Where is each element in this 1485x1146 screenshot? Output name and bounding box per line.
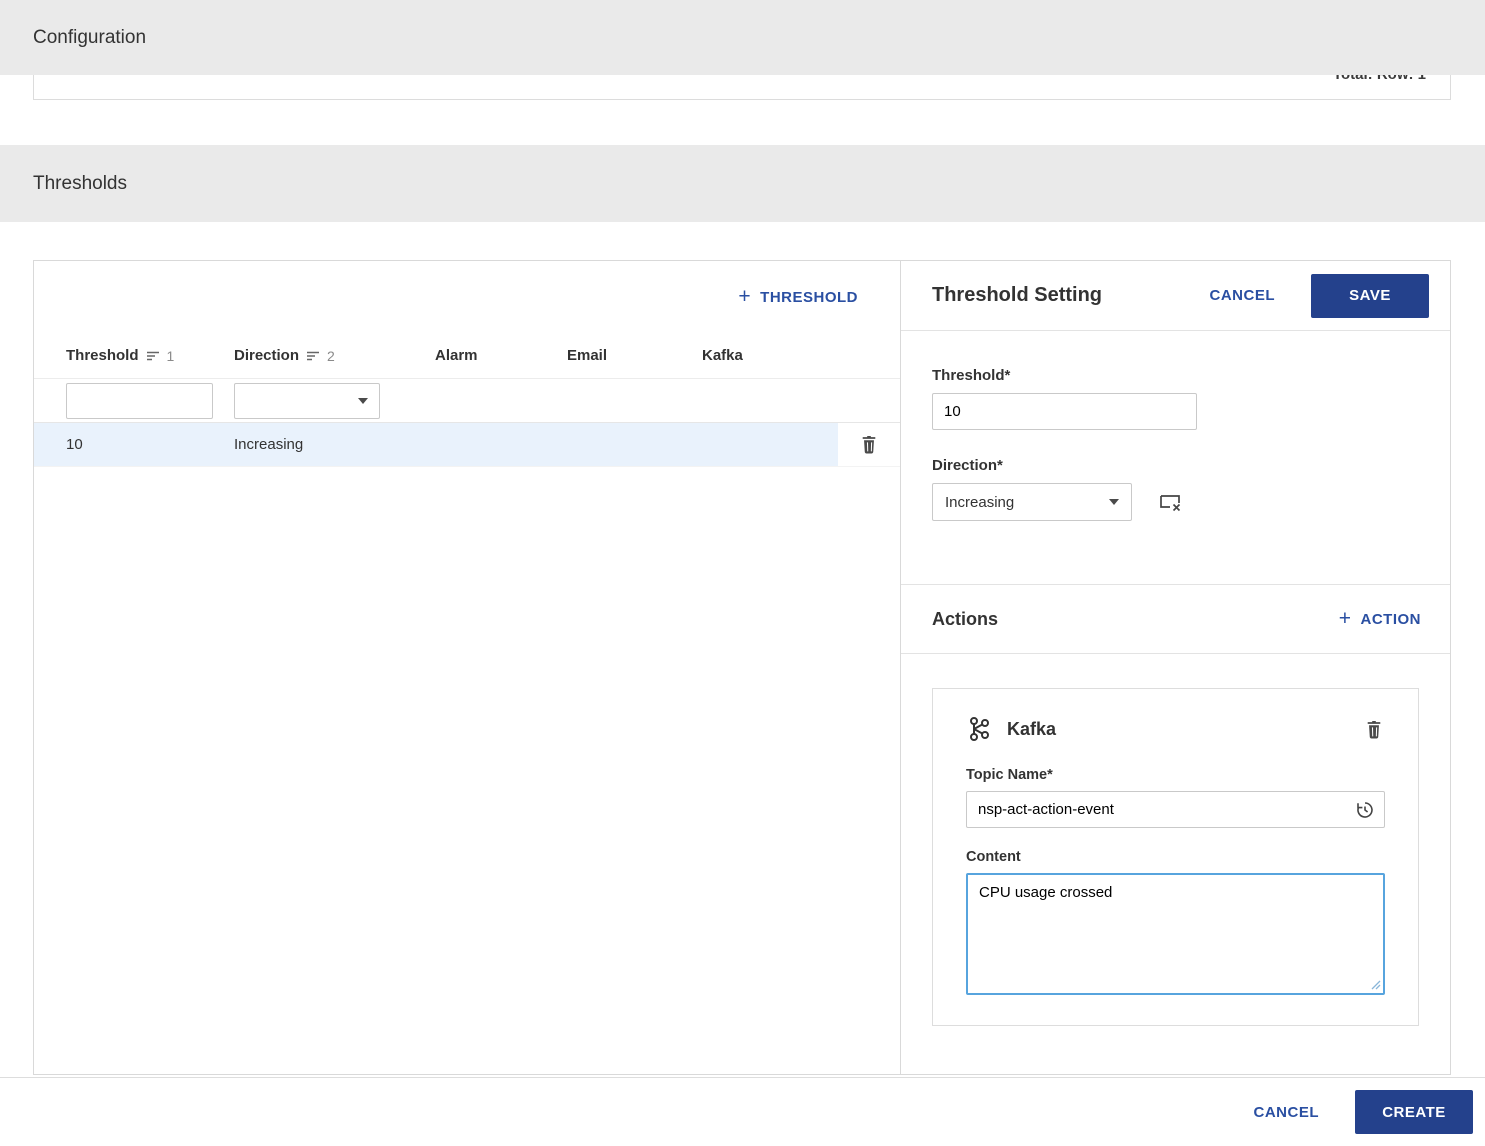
cell-alarm [435, 423, 567, 466]
trash-icon [1367, 720, 1381, 738]
table-header-row: Threshold 1 Direction 2 Alarm Email Kafk… [34, 333, 900, 379]
sort-icon [146, 351, 159, 360]
configuration-section-header: Configuration [0, 0, 1485, 75]
sort-order: 2 [327, 347, 335, 364]
clear-selection-button[interactable] [1156, 490, 1184, 514]
configuration-title: Configuration [33, 26, 147, 48]
add-action-label: ACTION [1360, 610, 1421, 628]
action-card-header: Kafka [966, 716, 1385, 742]
topic-name-label: Topic Name* [966, 767, 1053, 783]
actions-header: Actions + ACTION [901, 584, 1450, 654]
trash-icon [862, 435, 876, 454]
resize-handle[interactable] [1371, 980, 1381, 990]
total-rows-text: Total: Row: 1 [1333, 75, 1426, 83]
cell-threshold: 10 [34, 423, 234, 466]
kafka-action-card: Kafka Topic Name* nsp-act-action-event C… [932, 688, 1419, 1026]
chevron-down-icon [358, 397, 368, 404]
plus-icon: + [738, 284, 752, 308]
restore-history-button[interactable] [1353, 798, 1377, 822]
thresholds-title: Thresholds [33, 172, 127, 194]
column-label: Threshold [66, 347, 139, 364]
cell-direction: Increasing [234, 423, 435, 466]
add-action-button[interactable]: + ACTION [1338, 606, 1421, 630]
column-header-email[interactable]: Email [567, 347, 702, 364]
add-threshold-label: THRESHOLD [760, 288, 858, 306]
column-header-threshold[interactable]: Threshold 1 [34, 347, 234, 364]
topic-name-input[interactable] [966, 791, 1385, 828]
column-label: Email [567, 347, 608, 364]
content-textarea[interactable]: CPU usage crossed [966, 873, 1385, 995]
sort-icon [307, 351, 320, 360]
actions-title: Actions [932, 608, 999, 629]
kafka-icon [970, 717, 989, 741]
thresholds-table-panel: + THRESHOLD Threshold 1 Direction 2 Alar… [34, 261, 901, 1074]
footer-bar: CANCEL CREATE [0, 1077, 1485, 1146]
direction-select[interactable]: Increasing [932, 483, 1132, 521]
direction-filter-select[interactable] [234, 382, 380, 419]
table-toolbar: + THRESHOLD [34, 261, 900, 333]
cell-email [567, 423, 702, 466]
delete-threshold-button[interactable] [858, 433, 880, 456]
content-label: Content [966, 849, 1021, 865]
thresholds-section-header: Thresholds [0, 145, 1485, 222]
column-header-direction[interactable]: Direction 2 [234, 347, 435, 364]
table-row[interactable]: 10 Increasing [34, 423, 900, 467]
threshold-field-label: Threshold* [932, 367, 1011, 384]
setting-cancel-button[interactable]: CANCEL [1210, 287, 1276, 304]
column-label: Kafka [702, 347, 743, 364]
restore-history-icon [1357, 802, 1373, 818]
save-button[interactable]: SAVE [1311, 273, 1429, 318]
cell-kafka [702, 423, 838, 466]
action-card-title: Kafka [1007, 718, 1057, 739]
threshold-input[interactable] [932, 393, 1197, 430]
footer-cancel-button[interactable]: CANCEL [1254, 1104, 1320, 1121]
column-label: Alarm [435, 347, 478, 364]
column-header-alarm[interactable]: Alarm [435, 347, 567, 364]
add-threshold-button[interactable]: + THRESHOLD [738, 284, 858, 308]
delete-action-button[interactable] [1363, 718, 1385, 741]
setting-panel-title: Threshold Setting [932, 284, 1102, 306]
threshold-setting-panel: Threshold Setting CANCEL SAVE Threshold*… [901, 261, 1450, 1074]
create-button[interactable]: CREATE [1355, 1090, 1473, 1134]
clear-selection-icon [1160, 495, 1181, 512]
table-filter-row [34, 379, 900, 423]
direction-field-label: Direction* [932, 457, 1003, 474]
setting-header: Threshold Setting CANCEL SAVE [901, 261, 1450, 331]
direction-select-value: Increasing [945, 493, 1015, 511]
thresholds-panel: + THRESHOLD Threshold 1 Direction 2 Alar… [33, 260, 1451, 1075]
chevron-down-icon [1109, 499, 1119, 505]
threshold-filter-input[interactable] [66, 382, 213, 419]
resize-handle-icon [1371, 980, 1381, 990]
plus-icon: + [1338, 606, 1352, 630]
column-header-kafka[interactable]: Kafka [702, 347, 900, 364]
sort-order: 1 [166, 347, 175, 364]
configuration-table-footer: Total: Row: 1 [33, 75, 1451, 100]
setting-body: Threshold* Direction* Increasing [901, 331, 1450, 521]
column-label: Direction [234, 347, 300, 364]
